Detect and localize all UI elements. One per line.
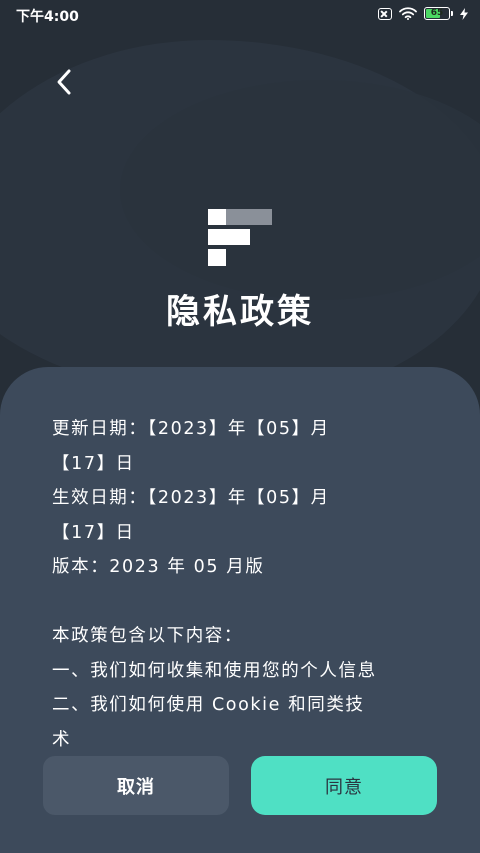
page-title: 隐私政策 [166, 292, 314, 332]
policy-line-effective-date: 生效日期：【2023】年【05】月 [52, 488, 330, 508]
policy-line-contents-heading: 本政策包含以下内容： [52, 626, 243, 646]
back-button[interactable] [44, 62, 84, 102]
policy-line-section-1: 一、我们如何收集和使用您的个人信息 [52, 660, 377, 681]
policy-line-effective-date-cont: 【17】日 [52, 522, 135, 543]
policy-line-version: 版本：2023 年 05 月版 [52, 557, 265, 577]
policy-line-updated-date: 更新日期：【2023】年【05】月 [52, 419, 330, 439]
status-time: 下午4:00 [16, 9, 79, 25]
cancel-button[interactable]: 取消 [43, 756, 229, 815]
battery-body: 65 [424, 7, 450, 20]
privacy-policy-screen: 下午4:00 65 隐私政策 更新日期：【2023】年【05】月 【17】日 生… [0, 0, 480, 853]
policy-content[interactable]: 更新日期：【2023】年【05】月 【17】日 生效日期：【2023】年【05】… [52, 412, 452, 757]
status-icons: 65 [378, 7, 468, 20]
policy-line-updated-date-cont: 【17】日 [52, 453, 135, 474]
policy-line-section-2: 二、我们如何使用 Cookie 和同类技 [52, 695, 365, 715]
battery-level: 65 [430, 8, 444, 18]
status-bar: 下午4:00 65 [0, 0, 480, 32]
chevron-left-icon [57, 69, 71, 95]
charging-icon [460, 7, 468, 20]
agree-button[interactable]: 同意 [251, 756, 437, 815]
policy-line-section-2-cont: 术 [52, 729, 72, 750]
app-logo [208, 209, 272, 266]
wifi-icon [399, 7, 417, 20]
battery-icon: 65 [424, 7, 453, 20]
sim-off-icon [378, 7, 392, 20]
battery-cap [451, 11, 453, 16]
policy-line-blank [52, 585, 452, 620]
